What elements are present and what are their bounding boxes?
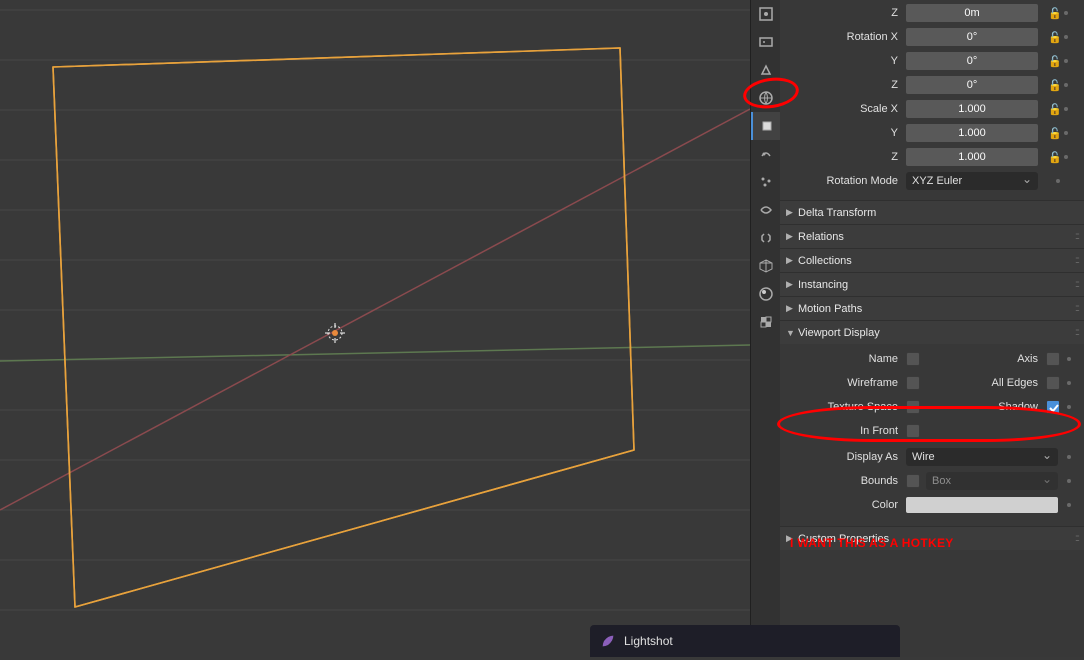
texturespace-checkbox[interactable] <box>906 400 920 414</box>
tab-modifiers-icon[interactable] <box>751 140 781 168</box>
tab-material-icon[interactable] <box>751 280 781 308</box>
lock-icon[interactable]: 🔓 <box>1048 79 1062 92</box>
disclosure-right-icon: ▶ <box>786 255 798 266</box>
keyframe-dot[interactable] <box>1064 83 1068 87</box>
alledges-label: All Edges <box>934 377 1046 389</box>
keyframe-dot[interactable] <box>1064 131 1068 135</box>
scale-z-label: Z <box>786 151 906 163</box>
scale-y-field[interactable]: 1.000 <box>906 124 1038 142</box>
scale-y-label: Y <box>786 127 906 139</box>
lock-icon[interactable]: 🔓 <box>1048 55 1062 68</box>
keyframe-dot[interactable] <box>1064 59 1068 63</box>
loc-z-field[interactable]: 0m <box>906 4 1038 22</box>
color-swatch[interactable] <box>906 497 1058 513</box>
displayas-label: Display As <box>786 451 906 463</box>
keyframe-dot[interactable] <box>1064 155 1068 159</box>
name-label: Name <box>786 353 906 365</box>
tab-scene-icon[interactable] <box>751 56 781 84</box>
keyframe-dot[interactable] <box>1067 455 1071 459</box>
property-tabs <box>750 0 780 657</box>
annotation-text: I WANT THIS AS A HOTKEY <box>790 536 954 550</box>
keyframe-dot[interactable] <box>1067 381 1071 385</box>
relations-header[interactable]: ▶Relations:::: <box>780 225 1084 248</box>
disclosure-right-icon: ▶ <box>786 207 798 218</box>
bounds-checkbox[interactable] <box>906 474 920 488</box>
wireframe-label: Wireframe <box>786 377 906 389</box>
keyframe-dot[interactable] <box>1064 107 1068 111</box>
bounds-label: Bounds <box>786 475 906 487</box>
tab-physics-icon[interactable] <box>751 196 781 224</box>
tab-object-icon[interactable] <box>751 112 781 140</box>
rot-z-label: Z <box>786 79 906 91</box>
viewport-3d[interactable] <box>0 0 750 657</box>
lightshot-notification[interactable]: Lightshot <box>590 625 900 657</box>
disclosure-right-icon: ▶ <box>786 279 798 290</box>
panel-grip-icon[interactable]: :::: <box>1075 327 1078 338</box>
keyframe-dot[interactable] <box>1067 479 1071 483</box>
rot-x-label: Rotation X <box>786 31 906 43</box>
lock-icon[interactable]: 🔓 <box>1048 127 1062 140</box>
shadow-label: Shadow <box>934 401 1046 413</box>
panel-grip-icon[interactable]: :::: <box>1075 231 1078 242</box>
axis-checkbox[interactable] <box>1046 352 1060 366</box>
tab-texture-icon[interactable] <box>751 308 781 336</box>
panel-grip-icon[interactable]: :::: <box>1075 303 1078 314</box>
alledges-checkbox[interactable] <box>1046 376 1060 390</box>
collections-header[interactable]: ▶Collections:::: <box>780 249 1084 272</box>
disclosure-right-icon: ▶ <box>786 231 798 242</box>
tab-world-icon[interactable] <box>751 84 781 112</box>
tab-output-icon[interactable] <box>751 28 781 56</box>
name-checkbox[interactable] <box>906 352 920 366</box>
keyframe-dot[interactable] <box>1056 179 1060 183</box>
keyframe-dot[interactable] <box>1067 503 1071 507</box>
viewport-display-header[interactable]: ▼Viewport Display:::: <box>780 321 1084 344</box>
keyframe-dot[interactable] <box>1067 357 1071 361</box>
infront-checkbox[interactable] <box>906 424 920 438</box>
displayas-dropdown[interactable]: Wire <box>906 448 1058 466</box>
lock-icon[interactable]: 🔓 <box>1048 7 1062 20</box>
wireframe-checkbox[interactable] <box>906 376 920 390</box>
panel-grip-icon[interactable]: :::: <box>1075 255 1078 266</box>
keyframe-dot[interactable] <box>1064 11 1068 15</box>
color-label: Color <box>786 499 906 511</box>
motion-paths-header[interactable]: ▶Motion Paths:::: <box>780 297 1084 320</box>
scale-z-field[interactable]: 1.000 <box>906 148 1038 166</box>
scale-x-label: Scale X <box>786 103 906 115</box>
tab-particles-icon[interactable] <box>751 168 781 196</box>
rot-mode-dropdown[interactable]: XYZ Euler <box>906 172 1038 190</box>
panel-grip-icon[interactable]: :::: <box>1075 533 1078 544</box>
panel-grip-icon[interactable]: :::: <box>1075 279 1078 290</box>
properties-panel: Z0m🔓 Rotation X0°🔓 Y0°🔓 Z0°🔓 Scale X1.00… <box>780 0 1084 657</box>
disclosure-right-icon: ▶ <box>786 303 798 314</box>
disclosure-down-icon: ▼ <box>786 328 798 338</box>
instancing-header[interactable]: ▶Instancing:::: <box>780 273 1084 296</box>
bounds-dropdown[interactable]: Box <box>926 472 1058 490</box>
keyframe-dot[interactable] <box>1064 35 1068 39</box>
tab-data-icon[interactable] <box>751 252 781 280</box>
axis-label: Axis <box>934 353 1046 365</box>
infront-label: In Front <box>786 425 906 437</box>
scale-x-field[interactable]: 1.000 <box>906 100 1038 118</box>
tab-render-icon[interactable] <box>751 0 781 28</box>
lock-icon[interactable]: 🔓 <box>1048 103 1062 116</box>
lock-icon[interactable]: 🔓 <box>1048 31 1062 44</box>
rot-x-field[interactable]: 0° <box>906 28 1038 46</box>
rot-mode-label: Rotation Mode <box>786 175 906 187</box>
loc-z-label: Z <box>786 7 906 19</box>
keyframe-dot[interactable] <box>1067 405 1071 409</box>
rot-y-label: Y <box>786 55 906 67</box>
tab-constraints-icon[interactable] <box>751 224 781 252</box>
lock-icon[interactable]: 🔓 <box>1048 151 1062 164</box>
rot-y-field[interactable]: 0° <box>906 52 1038 70</box>
rot-z-field[interactable]: 0° <box>906 76 1038 94</box>
texturespace-label: Texture Space <box>786 401 906 413</box>
delta-transform-header[interactable]: ▶Delta Transform <box>780 201 1084 224</box>
feather-icon <box>600 633 616 649</box>
lightshot-title: Lightshot <box>624 634 673 648</box>
shadow-checkbox[interactable] <box>1046 400 1060 414</box>
